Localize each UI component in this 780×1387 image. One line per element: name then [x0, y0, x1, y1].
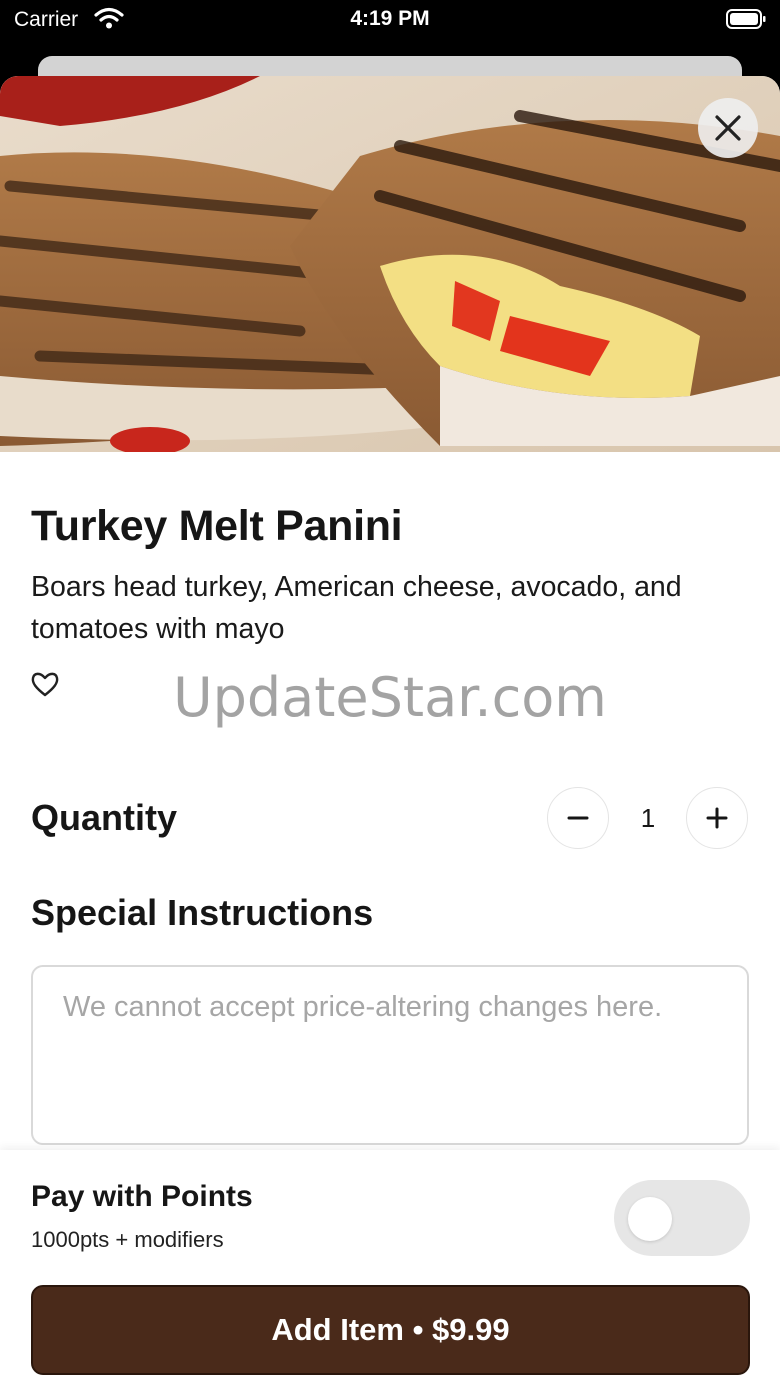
close-button[interactable] — [698, 98, 758, 158]
status-bar: Carrier 4:19 PM — [0, 0, 780, 40]
item-image — [0, 76, 780, 452]
special-instructions-label: Special Instructions — [31, 892, 374, 933]
pay-with-points-toggle[interactable] — [614, 1180, 750, 1256]
quantity-label: Quantity — [31, 797, 178, 838]
close-icon — [715, 115, 741, 141]
add-item-button[interactable]: Add Item • $9.99 — [31, 1285, 750, 1375]
quantity-value: 1 — [640, 803, 656, 833]
plus-icon — [706, 807, 728, 829]
item-detail-sheet: Turkey Melt Panini Boars head turkey, Am… — [0, 76, 780, 1387]
watermark: UpdateStar.com — [173, 666, 607, 729]
decrease-quantity-button[interactable] — [547, 787, 609, 849]
minus-icon — [567, 816, 589, 820]
points-cost: 1000pts + modifiers — [31, 1227, 224, 1252]
item-title: Turkey Melt Panini — [31, 502, 403, 550]
item-description: Boars head turkey, American cheese, avoc… — [31, 571, 682, 645]
pay-with-points-label: Pay with Points — [31, 1180, 253, 1213]
increase-quantity-button[interactable] — [686, 787, 748, 849]
special-instructions-input[interactable] — [31, 965, 749, 1145]
toggle-knob — [628, 1197, 672, 1241]
clock: 4:19 PM — [350, 7, 430, 30]
battery-icon — [726, 9, 766, 29]
